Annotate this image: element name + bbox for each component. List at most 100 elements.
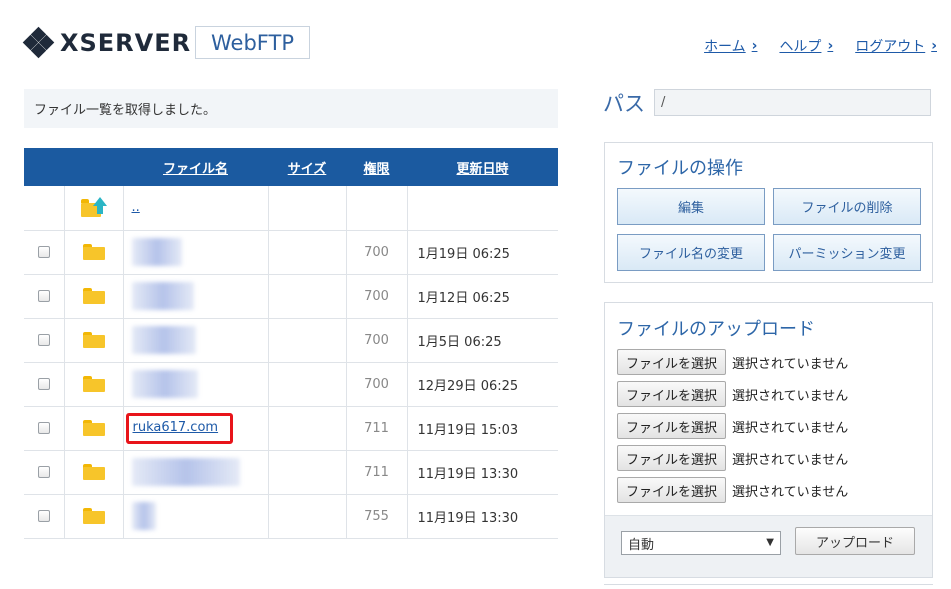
table-row[interactable]: 700 12月29日 06:25: [24, 362, 558, 407]
no-file-text: 選択されていません: [732, 484, 849, 500]
row-check-cell: [24, 406, 64, 451]
status-message: ファイル一覧を取得しました。: [24, 89, 558, 128]
row-checkbox[interactable]: [37, 290, 50, 302]
parent-perm-cell: [345, 186, 407, 231]
chevron-right-icon: ›: [827, 38, 834, 54]
row-size-cell: [267, 494, 346, 539]
row-checkbox[interactable]: [37, 510, 50, 522]
edit-button[interactable]: 編集: [617, 188, 765, 225]
file-name-link[interactable]: ruka617.com: [133, 420, 219, 435]
brand-name: XSERVER: [60, 29, 192, 57]
row-icon-cell: [63, 318, 123, 363]
row-size-cell: [267, 274, 346, 319]
table-row[interactable]: 711 11月19日 13:30: [24, 450, 558, 495]
folder-icon[interactable]: [82, 332, 105, 348]
choose-file-button[interactable]: ファイルを選択: [617, 477, 727, 503]
product-name: WebFTP: [195, 26, 310, 59]
folder-icon[interactable]: [82, 420, 105, 436]
xserver-logo[interactable]: XSERVER: [22, 26, 192, 59]
row-size-cell: [267, 318, 346, 363]
row-check-cell: [24, 362, 64, 407]
row-icon-cell: [63, 450, 123, 495]
chevron-right-icon: ›: [751, 38, 758, 54]
header-size-label: サイズ: [287, 161, 327, 177]
upload-row: ファイルを選択 選択されていません: [617, 349, 848, 375]
redacted-file-name[interactable]: [131, 458, 240, 486]
next-panel-edge: [604, 584, 933, 589]
choose-file-button[interactable]: ファイルを選択: [617, 381, 727, 407]
redacted-file-name[interactable]: [131, 238, 182, 266]
row-check-cell: [24, 318, 64, 363]
row-checkbox[interactable]: [37, 422, 50, 434]
row-name-cell: [122, 494, 268, 539]
row-checkbox[interactable]: [37, 246, 50, 258]
row-date: 1月5日 06:25: [406, 318, 558, 363]
parent-check-cell: [24, 186, 64, 231]
header-icon: [64, 148, 123, 186]
file-table: ファイル名 サイズ 権限 更新日時 .. 700 1月19日 06:25 700…: [24, 148, 558, 539]
folder-icon[interactable]: [82, 508, 105, 524]
folder-icon[interactable]: [82, 244, 105, 260]
redacted-file-name[interactable]: [131, 370, 198, 398]
row-date: 1月12日 06:25: [406, 274, 558, 319]
table-row-highlighted[interactable]: ruka617.com 711 11月19日 15:03: [24, 406, 558, 451]
row-perm: 755: [345, 494, 407, 539]
change-permission-button[interactable]: パーミッション変更: [773, 234, 921, 271]
operations-title: ファイルの操作: [617, 158, 743, 179]
row-name-cell: [122, 274, 268, 319]
redacted-file-name[interactable]: [131, 282, 194, 310]
redacted-file-name[interactable]: [131, 502, 156, 530]
file-upload-panel: ファイルのアップロード ファイルを選択 選択されていません ファイルを選択 選択…: [604, 302, 933, 578]
sort-by-date[interactable]: 更新日時: [407, 148, 558, 186]
row-icon-cell: [63, 230, 123, 275]
nav-home-link[interactable]: ホーム ›: [704, 36, 757, 56]
folder-icon[interactable]: [82, 464, 105, 480]
row-size-cell: [267, 362, 346, 407]
folder-icon[interactable]: [82, 288, 105, 304]
row-checkbox[interactable]: [37, 334, 50, 346]
row-size-cell: [267, 406, 346, 451]
parent-dir-row[interactable]: ..: [24, 186, 558, 231]
choose-file-button[interactable]: ファイルを選択: [617, 413, 727, 439]
sort-by-name[interactable]: ファイル名: [123, 148, 268, 186]
row-perm: 711: [345, 450, 407, 495]
parent-folder-icon[interactable]: [80, 196, 107, 219]
nav-help-link[interactable]: ヘルプ ›: [779, 36, 833, 56]
parent-icon-cell: [63, 186, 123, 231]
row-size-cell: [267, 230, 346, 275]
sort-by-size[interactable]: サイズ: [268, 148, 346, 186]
upload-footer: 自動 ▼ アップロード: [605, 515, 932, 577]
table-row[interactable]: 700 1月12日 06:25: [24, 274, 558, 319]
table-row[interactable]: 700 1月5日 06:25: [24, 318, 558, 363]
choose-file-button[interactable]: ファイルを選択: [617, 445, 727, 471]
table-row[interactable]: 700 1月19日 06:25: [24, 230, 558, 275]
no-file-text: 選択されていません: [732, 356, 849, 372]
highlight-box: ruka617.com: [125, 412, 234, 444]
dropdown-arrow-icon: ▼: [766, 537, 774, 548]
row-check-cell: [24, 230, 64, 275]
table-row[interactable]: 755 11月19日 13:30: [24, 494, 558, 539]
row-checkbox[interactable]: [37, 466, 50, 478]
redacted-file-name[interactable]: [131, 326, 196, 354]
rename-button[interactable]: ファイル名の変更: [617, 234, 765, 271]
nav-logout-label: ログアウト: [855, 39, 926, 55]
row-date: 11月19日 15:03: [406, 406, 558, 451]
no-file-text: 選択されていません: [732, 388, 849, 404]
row-perm: 700: [345, 230, 407, 275]
sort-by-perm[interactable]: 権限: [346, 148, 407, 186]
parent-size-cell: [267, 186, 346, 231]
choose-file-button[interactable]: ファイルを選択: [617, 349, 727, 375]
delete-file-button[interactable]: ファイルの削除: [773, 188, 921, 225]
row-icon-cell: [63, 362, 123, 407]
folder-icon[interactable]: [82, 376, 105, 392]
parent-dir-link[interactable]: ..: [132, 200, 140, 215]
path-field[interactable]: /: [654, 89, 931, 116]
row-checkbox[interactable]: [37, 378, 50, 390]
row-check-cell: [24, 494, 64, 539]
transfer-mode-select[interactable]: 自動 ▼: [621, 531, 781, 555]
nav-help-label: ヘルプ: [779, 39, 822, 55]
nav-logout-link[interactable]: ログアウト ›: [855, 36, 937, 56]
upload-button[interactable]: アップロード: [795, 527, 915, 555]
upload-row: ファイルを選択 選択されていません: [617, 445, 848, 471]
no-file-text: 選択されていません: [732, 420, 849, 436]
